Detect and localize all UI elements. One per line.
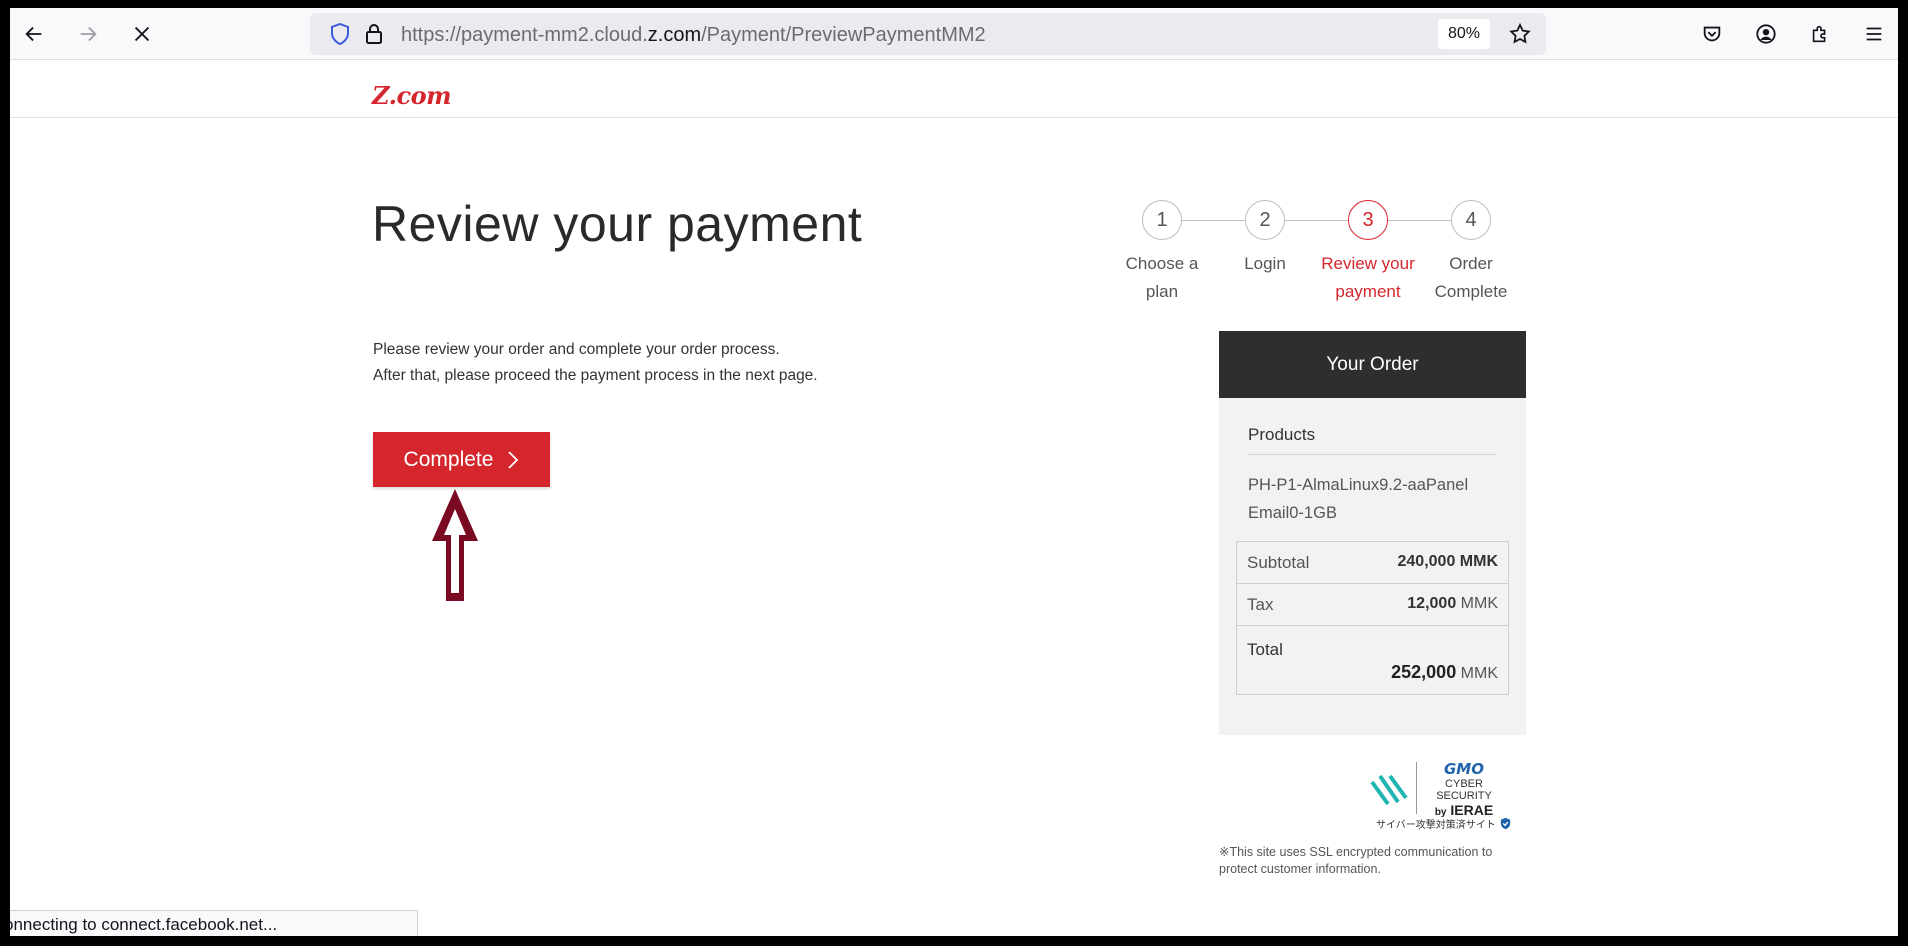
intro-text: Please review your order and complete yo… bbox=[373, 337, 818, 389]
order-heading: Your Order bbox=[1219, 331, 1526, 398]
extensions-button[interactable] bbox=[1802, 16, 1838, 52]
tax-amount: 12,000 bbox=[1407, 595, 1457, 612]
tax-value: 12,000 MMK bbox=[1407, 595, 1498, 613]
products-title: Products bbox=[1248, 425, 1316, 444]
step-label-line: Order bbox=[1449, 254, 1493, 273]
tax-currency: MMK bbox=[1460, 595, 1498, 612]
site-header: Z.com bbox=[10, 61, 1898, 118]
lock-icon[interactable] bbox=[362, 22, 386, 46]
step-number: 4 bbox=[1451, 200, 1491, 240]
gmo-text: GMO CYBER SECURITY by IERAE bbox=[1420, 760, 1508, 818]
step-choose-plan: 1 Choose a plan bbox=[1110, 194, 1214, 306]
subtotal-amount: 240,000 MMK bbox=[1397, 553, 1499, 570]
pocket-icon bbox=[1703, 26, 1721, 42]
divider bbox=[1248, 454, 1497, 455]
gmo-security-badge[interactable]: GMO CYBER SECURITY by IERAE サイバー攻撃対策済サイト bbox=[1370, 760, 1510, 832]
gmo-jp: サイバー攻撃対策済サイト bbox=[1376, 820, 1496, 831]
step-review-payment: 3 Review your payment bbox=[1316, 194, 1420, 306]
intro-line-1: Please review your order and complete yo… bbox=[373, 341, 780, 358]
verified-shield-icon bbox=[1500, 817, 1510, 830]
total-currency: MMK bbox=[1460, 665, 1498, 682]
step-login: 2 Login bbox=[1213, 194, 1317, 278]
step-order-complete: 4 Order Complete bbox=[1419, 194, 1523, 306]
price-summary-table: Subtotal 240,000 MMK Tax 12,000 MMK Tota… bbox=[1236, 541, 1509, 695]
subtotal-row: Subtotal 240,000 MMK bbox=[1237, 542, 1508, 584]
annotation-arrow-icon bbox=[432, 489, 478, 601]
back-arrow-icon bbox=[25, 26, 42, 42]
step-number: 2 bbox=[1245, 200, 1285, 240]
menu-button[interactable] bbox=[1856, 16, 1892, 52]
puzzle-icon bbox=[1812, 25, 1826, 43]
chevron-right-icon bbox=[508, 450, 519, 469]
intro-line-2: After that, please proceed the payment p… bbox=[373, 367, 818, 384]
forward-arrow-icon bbox=[80, 26, 97, 42]
product-name: PH-P1-AlmaLinux9.2-aaPanel Email0-1GB bbox=[1248, 471, 1498, 527]
order-summary-card: Your Order Products PH-P1-AlmaLinux9.2-a… bbox=[1219, 331, 1526, 735]
forward-button[interactable] bbox=[70, 16, 106, 52]
pocket-button[interactable] bbox=[1694, 16, 1730, 52]
gmo-stripes-icon bbox=[1370, 774, 1408, 806]
shield-icon[interactable] bbox=[328, 22, 352, 46]
browser-window: https://payment-mm2.cloud.z.com/Payment/… bbox=[10, 8, 1898, 936]
complete-button[interactable]: Complete bbox=[373, 432, 550, 487]
tax-label: Tax bbox=[1247, 595, 1274, 614]
url-text[interactable]: https://payment-mm2.cloud.z.com/Payment/… bbox=[401, 24, 986, 47]
step-label-line: Login bbox=[1244, 254, 1286, 273]
page-title: Review your payment bbox=[372, 196, 863, 252]
step-number: 1 bbox=[1142, 200, 1182, 240]
tax-row: Tax 12,000 MMK bbox=[1237, 584, 1508, 626]
gmo-cyber-text: CYBER SECURITY bbox=[1436, 778, 1492, 802]
total-label: Total bbox=[1247, 640, 1283, 659]
url-path: /Payment/PreviewPaymentMM2 bbox=[701, 24, 986, 46]
product-line: Email0-1GB bbox=[1248, 504, 1337, 522]
address-bar[interactable]: https://payment-mm2.cloud.z.com/Payment/… bbox=[310, 13, 1546, 55]
product-line: PH-P1-AlmaLinux9.2-aaPanel bbox=[1248, 476, 1469, 494]
step-number: 3 bbox=[1348, 200, 1388, 240]
browser-status-bar: onnecting to connect.facebook.net... bbox=[10, 910, 418, 936]
hamburger-menu-icon bbox=[1866, 27, 1882, 41]
subtotal-label: Subtotal bbox=[1247, 553, 1310, 572]
total-amount: 252,000 bbox=[1391, 662, 1457, 682]
star-bookmark-icon[interactable] bbox=[1508, 22, 1532, 46]
step-label: Login bbox=[1213, 250, 1317, 278]
divider bbox=[1416, 762, 1417, 814]
browser-toolbar: https://payment-mm2.cloud.z.com/Payment/… bbox=[10, 8, 1898, 60]
ssl-note: ※This site uses SSL encrypted communicat… bbox=[1219, 845, 1493, 876]
gmo-brand: GMO bbox=[1444, 760, 1484, 778]
complete-button-label: Complete bbox=[403, 447, 494, 471]
step-label: Review your payment bbox=[1316, 250, 1420, 306]
stop-loading-button[interactable] bbox=[124, 16, 160, 52]
step-label-line: plan bbox=[1145, 282, 1179, 301]
back-button[interactable] bbox=[16, 16, 52, 52]
step-label: Order Complete bbox=[1419, 250, 1523, 306]
step-label: Choose a plan bbox=[1110, 250, 1214, 306]
total-value: 252,000 MMK bbox=[1391, 662, 1498, 683]
account-button[interactable] bbox=[1748, 16, 1784, 52]
checkout-stepper: 1 Choose a plan 2 Login 3 Review your paym… bbox=[1110, 194, 1530, 304]
zoom-level-button[interactable]: 80% bbox=[1438, 19, 1490, 49]
account-icon bbox=[1756, 24, 1776, 44]
url-prefix: https://payment-mm2.cloud. bbox=[401, 24, 648, 46]
zcom-logo[interactable]: Z.com bbox=[372, 81, 451, 110]
close-icon bbox=[134, 26, 150, 42]
gmo-jp-text: サイバー攻撃対策済サイト bbox=[1376, 816, 1512, 831]
step-label-line: Choose a bbox=[1125, 254, 1199, 273]
url-host: z.com bbox=[647, 24, 702, 46]
subtotal-value: 240,000 MMK bbox=[1398, 553, 1499, 571]
total-row: Total 252,000 MMK bbox=[1237, 626, 1508, 694]
step-label-line: payment bbox=[1335, 282, 1401, 301]
step-label-line: Complete bbox=[1434, 282, 1508, 301]
step-label-line: Review your bbox=[1321, 254, 1415, 273]
